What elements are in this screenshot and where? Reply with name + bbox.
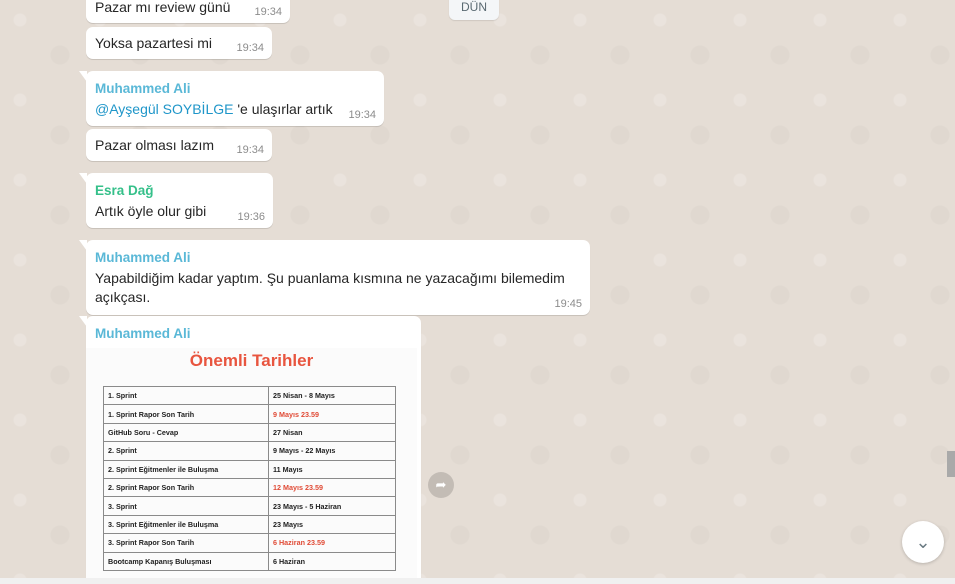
message-bubble[interactable]: Yoksa pazartesi mi 19:34: [86, 27, 272, 59]
sender-name[interactable]: Muhammed Ali: [95, 80, 375, 97]
table-row: 2. Sprint Rapor Son Tarih 12 Mayıs 23.59: [103, 477, 396, 498]
table-row: 3. Sprint Rapor Son Tarih 6 Haziran 23.59: [103, 533, 396, 553]
scrollbar-thumb[interactable]: [947, 451, 955, 477]
message-time: 19:34: [236, 144, 264, 156]
table-row: GitHub Soru - Cevap 27 Nisan: [103, 422, 396, 443]
table-row: 1. Sprint 25 Nisan - 8 Mayıs: [103, 385, 396, 406]
date-cell: 9 Mayıs - 22 Mayıs: [268, 441, 396, 461]
event-cell: GitHub Soru - Cevap: [103, 422, 269, 443]
message-text-rest: 'e ulaşırlar artık: [233, 101, 333, 117]
message-bubble[interactable]: Muhammed Ali Yapabildiğim kadar yaptım. …: [79, 240, 590, 315]
table-row: Bootcamp Kapanış Buluşması 6 Haziran: [103, 551, 396, 571]
chevron-down-icon: ⌄: [915, 532, 931, 552]
date-cell: 27 Nisan: [268, 422, 396, 443]
message-text: Pazar mı review günü: [95, 0, 231, 15]
sender-name[interactable]: Muhammed Ali: [95, 325, 412, 342]
event-cell: 3. Sprint Eğitmenler ile Buluşma: [103, 514, 269, 535]
table-row: 3. Sprint 23 Mayıs - 5 Haziran: [103, 496, 396, 516]
event-cell: 2. Sprint Rapor Son Tarih: [103, 477, 269, 498]
table-row: 2. Sprint Eğitmenler ile Buluşma 11 Mayıs: [103, 459, 396, 479]
date-cell: 9 Mayıs 23.59: [268, 404, 396, 424]
message-time: 19:34: [348, 109, 376, 121]
message-time: 19:36: [237, 211, 265, 223]
date-cell: 23 Mayıs: [268, 514, 396, 535]
date-cell: 6 Haziran 23.59: [268, 533, 396, 553]
image-attachment[interactable]: Önemli Tarihler 1. Sprint 25 Nisan - 8 Ma…: [86, 348, 417, 584]
date-cell: 25 Nisan - 8 Mayıs: [268, 385, 396, 406]
date-separator: DÜN: [449, 0, 499, 20]
message-bubble[interactable]: Muhammed Ali @Ayşegül SOYBİLGE 'e ulaşır…: [79, 71, 384, 126]
forward-icon[interactable]: ➦: [428, 472, 454, 498]
date-cell: 11 Mayıs: [268, 459, 396, 479]
sender-name[interactable]: Muhammed Ali: [95, 249, 576, 266]
bottom-edge: [0, 578, 955, 584]
sender-name[interactable]: Esra Dağ: [95, 182, 264, 199]
message-text: @Ayşegül SOYBİLGE 'e ulaşırlar artık: [95, 100, 375, 119]
event-cell: 2. Sprint Eğitmenler ile Buluşma: [103, 459, 269, 479]
event-cell: 3. Sprint Rapor Son Tarih: [103, 533, 269, 553]
message-bubble[interactable]: Pazar olması lazım 19:34: [86, 129, 272, 161]
date-cell: 12 Mayıs 23.59: [268, 477, 396, 498]
date-cell: 6 Haziran: [268, 551, 396, 571]
event-cell: 3. Sprint: [103, 496, 269, 516]
image-title: Önemli Tarihler: [189, 351, 314, 370]
event-cell: 1. Sprint Rapor Son Tarih: [103, 404, 269, 424]
event-cell: 1. Sprint: [103, 385, 269, 406]
message-time: 19:34: [254, 6, 282, 18]
event-cell: Bootcamp Kapanış Buluşması: [103, 551, 269, 571]
date-cell: 23 Mayıs - 5 Haziran: [268, 496, 396, 516]
table-row: 1. Sprint Rapor Son Tarih 9 Mayıs 23.59: [103, 404, 396, 424]
dates-table: 1. Sprint 25 Nisan - 8 Mayıs 1. Sprint Rap…: [103, 385, 396, 571]
event-cell: 2. Sprint: [103, 441, 269, 461]
message-text: Yapabildiğim kadar yaptım. Şu puanlama k…: [95, 270, 569, 305]
table-row: 2. Sprint 9 Mayıs - 22 Mayıs: [103, 441, 396, 461]
message-bubble[interactable]: Pazar mı review günü 19:34: [86, 0, 290, 23]
message-time: 19:34: [236, 42, 264, 54]
scroll-down-button[interactable]: ⌄: [902, 521, 944, 563]
message-bubble[interactable]: Esra Dağ Artık öyle olur gibi 19:36: [79, 173, 273, 228]
table-row: 3. Sprint Eğitmenler ile Buluşma 23 Mayıs: [103, 514, 396, 535]
user-mention[interactable]: @Ayşegül SOYBİLGE: [95, 101, 233, 117]
message-time: 19:45: [554, 298, 582, 310]
